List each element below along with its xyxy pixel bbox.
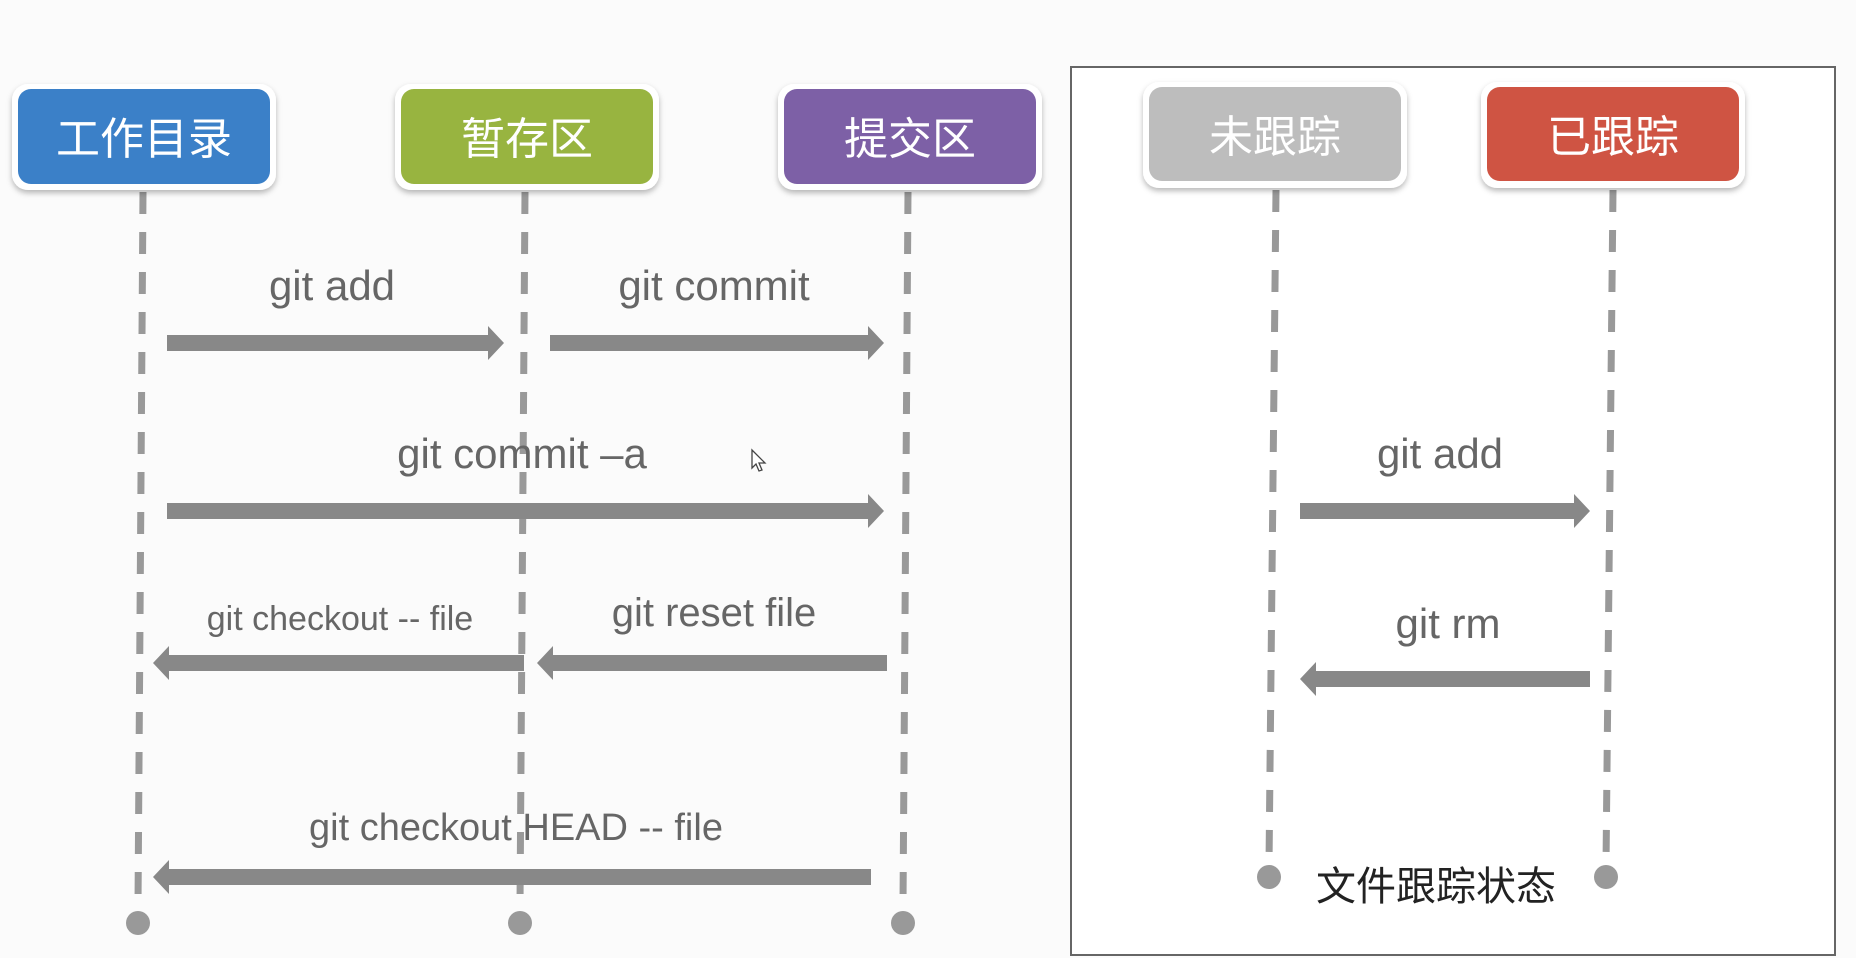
cmd-label-tracking-git-add: git add <box>1377 430 1503 477</box>
arrow-git-checkout-file <box>153 646 524 680</box>
lifeline-end-dot <box>1594 865 1618 889</box>
arrow-git-checkout-head <box>153 860 871 894</box>
stage-box-commit: 提交区 <box>778 84 1042 190</box>
cmd-label-git-reset-file: git reset file <box>612 591 817 635</box>
cmd-label-git-add: git add <box>269 262 395 309</box>
lifeline-staging <box>516 191 529 906</box>
state-box-tracked: 已跟踪 <box>1481 82 1745 188</box>
arrow-git-add <box>167 326 504 360</box>
cmd-label-tracking-git-rm: git rm <box>1396 600 1501 647</box>
lifeline-end-dot <box>508 911 532 935</box>
mouse-cursor-icon <box>751 448 767 472</box>
cmd-label-git-checkout-head: git checkout HEAD -- file <box>309 807 723 849</box>
git-workflow-diagram: 工作目录 暂存区 提交区 git add git commit git comm… <box>12 66 1836 956</box>
state-label-tracked: 已跟踪 <box>1547 112 1679 163</box>
stage-label-staging: 暂存区 <box>461 114 593 165</box>
lifeline-working-dir <box>134 191 147 906</box>
arrow-git-commit <box>550 326 884 360</box>
stage-box-working-dir: 工作目录 <box>12 84 276 190</box>
lifeline-end-dot <box>126 911 150 935</box>
arrow-git-reset-file <box>537 646 887 680</box>
lifeline-end-dot <box>891 911 915 935</box>
state-label-untracked: 未跟踪 <box>1209 112 1341 163</box>
file-tracking-caption: 文件跟踪状态 <box>1316 864 1556 910</box>
stage-label-working-dir: 工作目录 <box>56 114 232 165</box>
stage-box-staging: 暂存区 <box>395 84 659 190</box>
cmd-label-git-checkout-file: git checkout -- file <box>207 600 473 638</box>
lifeline-commit <box>899 191 912 906</box>
stage-label-commit: 提交区 <box>844 114 976 165</box>
cmd-label-git-commit-all: git commit –a <box>397 430 647 477</box>
state-box-untracked: 未跟踪 <box>1143 82 1407 188</box>
lifeline-end-dot <box>1257 865 1281 889</box>
cmd-label-git-commit: git commit <box>618 262 810 309</box>
